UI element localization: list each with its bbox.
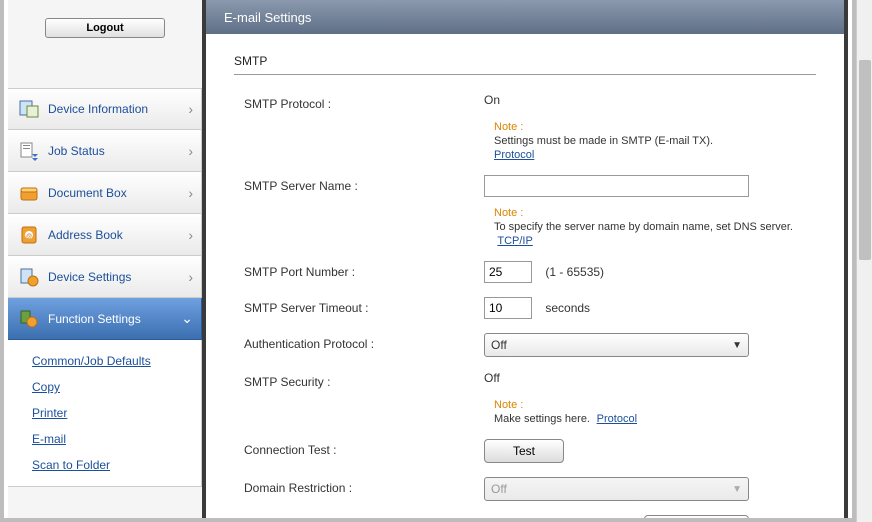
outer-scrollbar[interactable] (856, 0, 872, 522)
function-settings-icon (16, 306, 42, 332)
smtp-port-input[interactable] (484, 261, 532, 283)
sidebar-item-label: Device Settings (48, 270, 131, 284)
sidebar-item-document-box[interactable]: Document Box › (8, 172, 202, 214)
sidebar-item-device-settings[interactable]: Device Settings › (8, 256, 202, 298)
smtp-server-name-label: SMTP Server Name : (234, 175, 484, 193)
smtp-timeout-label: SMTP Server Timeout : (234, 297, 484, 315)
device-settings-icon (16, 264, 42, 290)
subnav-scan-to-folder[interactable]: Scan to Folder (32, 452, 201, 478)
smtp-protocol-value: On (484, 93, 816, 107)
note-text: Make settings here. (494, 413, 590, 425)
subnav-common-job-defaults[interactable]: Common/Job Defaults (32, 348, 201, 374)
job-status-icon (16, 138, 42, 164)
smtp-timeout-hint: seconds (545, 301, 590, 315)
panel-title: E-mail Settings (206, 0, 844, 34)
sidebar-item-label: Device Information (48, 102, 148, 116)
sidebar-item-label: Function Settings (48, 312, 141, 326)
document-box-icon (16, 180, 42, 206)
chevron-right-icon: › (188, 185, 193, 201)
sidebar-item-label: Address Book (48, 228, 123, 242)
sidebar-subnav: Common/Job Defaults Copy Printer E-mail … (8, 340, 202, 487)
scrollbar-thumb[interactable] (859, 60, 871, 260)
protocol-link[interactable]: Protocol (494, 149, 534, 161)
note-text: Settings must be made in SMTP (E-mail TX… (494, 135, 713, 147)
domain-restriction-value: Off (491, 482, 507, 496)
content-area: E-mail Settings SMTP SMTP Protocol : On … (202, 0, 848, 518)
sidebar-item-label: Job Status (48, 144, 105, 158)
domain-restriction-label: Domain Restriction : (234, 477, 484, 495)
chevron-right-icon: › (188, 143, 193, 159)
address-book-icon: @ (16, 222, 42, 248)
auth-protocol-value: Off (491, 338, 507, 352)
note-label: Note : (494, 399, 523, 411)
chevron-right-icon: › (188, 101, 193, 117)
section-title-smtp: SMTP (234, 54, 816, 75)
sidebar-item-label: Document Box (48, 186, 127, 200)
test-button[interactable]: Test (484, 439, 564, 463)
smtp-security-value: Off (484, 371, 816, 385)
tcpip-link[interactable]: TCP/IP (497, 235, 532, 247)
caret-down-icon: ▼ (732, 340, 742, 351)
sidebar-item-function-settings[interactable]: Function Settings ⌄ (8, 298, 202, 340)
sidebar-item-address-book[interactable]: @ Address Book › (8, 214, 202, 256)
subnav-printer[interactable]: Printer (32, 400, 201, 426)
sidebar-item-device-information[interactable]: Device Information › (8, 88, 202, 130)
subnav-email[interactable]: E-mail (32, 426, 201, 452)
protocol-link-2[interactable]: Protocol (597, 413, 637, 425)
device-info-icon (16, 96, 42, 122)
note-label: Note : (494, 207, 523, 219)
logout-button[interactable]: Logout (45, 18, 165, 38)
smtp-port-hint: (1 - 65535) (545, 265, 604, 279)
note-text: To specify the server name by domain nam… (494, 221, 793, 233)
domain-list-button[interactable]: Domain List (644, 515, 749, 518)
chevron-right-icon: › (188, 227, 193, 243)
auth-protocol-select[interactable]: Off ▼ (484, 333, 749, 357)
smtp-port-label: SMTP Port Number : (234, 261, 484, 279)
sidebar-item-job-status[interactable]: Job Status › (8, 130, 202, 172)
smtp-server-name-input[interactable] (484, 175, 749, 197)
smtp-security-label: SMTP Security : (234, 371, 484, 389)
subnav-copy[interactable]: Copy (32, 374, 201, 400)
smtp-timeout-input[interactable] (484, 297, 532, 319)
connection-test-label: Connection Test : (234, 439, 484, 457)
note-label: Note : (494, 121, 523, 133)
auth-protocol-label: Authentication Protocol : (234, 333, 484, 351)
chevron-right-icon: › (188, 269, 193, 285)
smtp-protocol-label: SMTP Protocol : (234, 93, 484, 111)
domain-restriction-select: Off ▼ (484, 477, 749, 501)
sidebar: Logout Device Information › Job Status › (8, 0, 202, 518)
svg-text:@: @ (26, 234, 32, 240)
chevron-down-icon: ⌄ (181, 310, 193, 327)
caret-down-icon: ▼ (732, 484, 742, 495)
